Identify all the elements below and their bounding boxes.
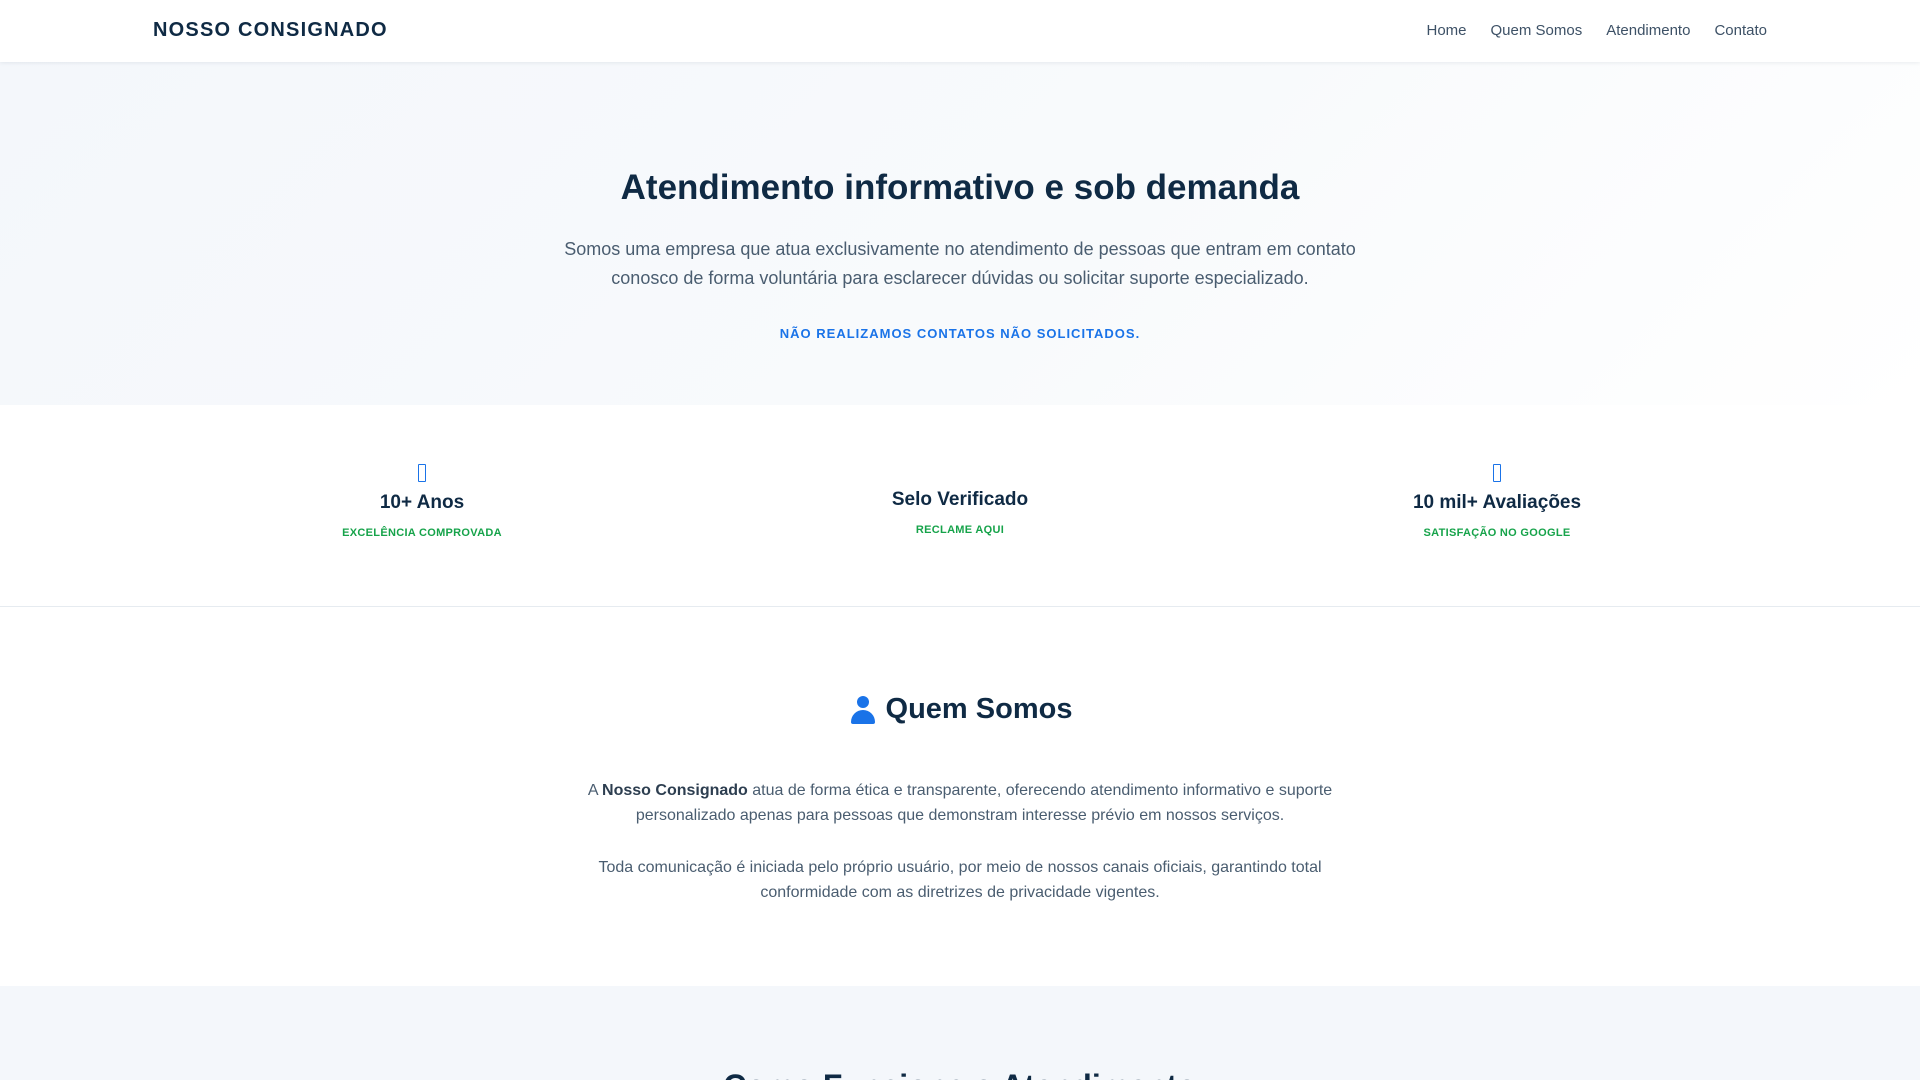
brand-name-bold: Nosso Consignado xyxy=(602,782,748,799)
about-section: Quem Somos A Nosso Consignado atua de fo… xyxy=(0,607,1920,986)
stat-years: 10+ Anos EXCELÊNCIA COMPROVADA xyxy=(262,464,582,539)
nav-home[interactable]: Home xyxy=(1427,22,1467,39)
stat-title: 10+ Anos xyxy=(379,492,465,513)
stat-title: Selo Verificado xyxy=(891,489,1029,510)
stats-section: 10+ Anos EXCELÊNCIA COMPROVADA Selo Veri… xyxy=(0,405,1920,607)
stat-reviews: 10 mil+ Avaliações SATISFAÇÃO NO GOOGLE xyxy=(1337,464,1657,539)
how-it-works-section: Como Funciona o Atendimento xyxy=(0,986,1920,1080)
stat-title: 10 mil+ Avaliações xyxy=(1412,492,1582,513)
stat-verified-seal: Selo Verificado RECLAME AQUI xyxy=(800,489,1120,536)
stat-subtitle: EXCELÊNCIA COMPROVADA xyxy=(342,527,502,539)
user-icon xyxy=(848,695,878,725)
stat-subtitle: RECLAME AQUI xyxy=(915,524,1005,536)
hero-section: Atendimento informativo e sob demanda So… xyxy=(0,62,1920,405)
unknown-icon xyxy=(418,464,426,482)
nav-quem-somos[interactable]: Quem Somos xyxy=(1491,22,1583,39)
hero-description: Somos uma empresa que atua exclusivament… xyxy=(564,239,1356,288)
hero-disclaimer: NÃO REALIZAMOS CONTATOS NÃO SOLICITADOS. xyxy=(779,326,1141,341)
unknown-icon xyxy=(1493,464,1501,482)
about-paragraph-2: Toda comunicação é iniciada pelo próprio… xyxy=(598,859,1322,901)
site-header: NOSSO CONSIGNADO Home Quem Somos Atendim… xyxy=(0,0,1920,62)
about-title: Quem Somos xyxy=(885,693,1073,725)
nav-atendimento[interactable]: Atendimento xyxy=(1606,22,1690,39)
stat-subtitle: SATISFAÇÃO NO GOOGLE xyxy=(1423,527,1571,539)
main-nav: Home Quem Somos Atendimento Contato xyxy=(1427,22,1768,39)
brand-logo[interactable]: NOSSO CONSIGNADO xyxy=(153,19,388,42)
about-heading: Quem Somos xyxy=(0,693,1920,726)
how-it-works-title: Como Funciona o Atendimento xyxy=(0,1068,1920,1080)
about-paragraph-1: A Nosso Consignado atua de forma ética e… xyxy=(587,782,1333,824)
nav-contato[interactable]: Contato xyxy=(1714,22,1767,39)
hero-title: Atendimento informativo e sob demanda xyxy=(620,168,1300,207)
